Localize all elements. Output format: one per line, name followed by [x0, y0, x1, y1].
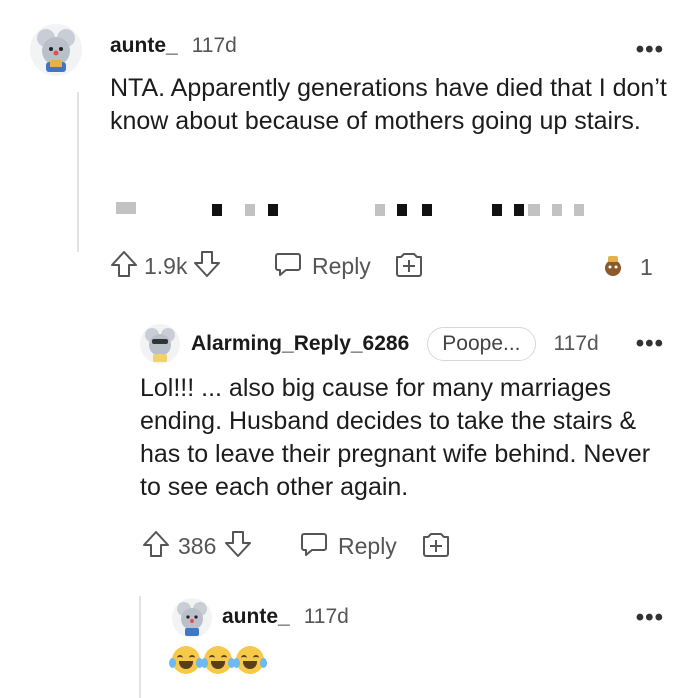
award-icon [393, 253, 425, 284]
redaction-block [574, 204, 584, 216]
award-icon [420, 533, 452, 564]
thread-line-level1 [77, 92, 79, 252]
laughing-crying-emoji-icon [201, 646, 235, 674]
reply-icon [272, 248, 304, 285]
comment-header: aunte_ 117d [222, 605, 349, 629]
upvote-icon[interactable] [140, 528, 172, 565]
more-options-icon[interactable]: ••• [636, 330, 664, 358]
comment-body: NTA. Apparently generations have died th… [110, 74, 667, 135]
redaction-block [212, 204, 222, 216]
more-options-icon[interactable]: ••• [636, 36, 664, 64]
award-button[interactable] [420, 528, 452, 565]
author-name[interactable]: Alarming_Reply_6286 [191, 332, 409, 356]
comment-header: Alarming_Reply_6286 Poope... 117d [191, 327, 599, 361]
redaction-block [528, 204, 540, 216]
author-name[interactable]: aunte_ [110, 34, 178, 58]
award-button[interactable] [393, 248, 425, 285]
redaction-block [514, 204, 524, 216]
vote-count: 386 [178, 533, 217, 559]
more-options-icon[interactable]: ••• [636, 604, 664, 632]
thread-line-level2 [139, 596, 141, 698]
award-count: 1 [640, 254, 653, 280]
redaction-block [116, 202, 136, 214]
user-flair: Poope... [427, 327, 536, 361]
edit-partial-text: Edit: th [110, 188, 188, 202]
vote-bar: 386 [140, 528, 254, 565]
comment-age: 117d [191, 34, 237, 57]
redaction-block [245, 204, 255, 216]
redaction-block [397, 204, 407, 216]
award-display[interactable]: 1 [600, 252, 653, 283]
downvote-icon[interactable] [222, 528, 254, 565]
avatar[interactable] [140, 324, 180, 364]
avatar[interactable] [30, 24, 82, 76]
reply-button[interactable]: Reply [272, 248, 371, 285]
award-badge-icon [600, 252, 626, 283]
vote-bar: 1.9k [108, 248, 223, 285]
avatar[interactable] [172, 598, 212, 638]
laughing-crying-emoji-icon [169, 646, 203, 674]
author-name[interactable]: aunte_ [222, 605, 290, 629]
redaction-block [268, 204, 278, 216]
reply-icon [298, 528, 330, 565]
comment-header: aunte_ 117d [110, 34, 237, 58]
redaction-block [422, 204, 432, 216]
redaction-block [492, 204, 502, 216]
comment-age: 117d [303, 605, 349, 628]
upvote-icon[interactable] [108, 248, 140, 285]
redaction-block [375, 204, 385, 216]
reply-label: Reply [312, 253, 371, 279]
downvote-icon[interactable] [191, 248, 223, 285]
reply-button[interactable]: Reply [298, 528, 397, 565]
comment-body-emoji [169, 646, 268, 674]
vote-count: 1.9k [144, 253, 188, 279]
comment-age: 117d [553, 332, 599, 355]
laughing-crying-emoji-icon [233, 646, 267, 674]
redaction-block [552, 204, 562, 216]
comment-body: Lol!!! ... also big cause for many marri… [140, 374, 651, 501]
reply-label: Reply [338, 533, 397, 559]
